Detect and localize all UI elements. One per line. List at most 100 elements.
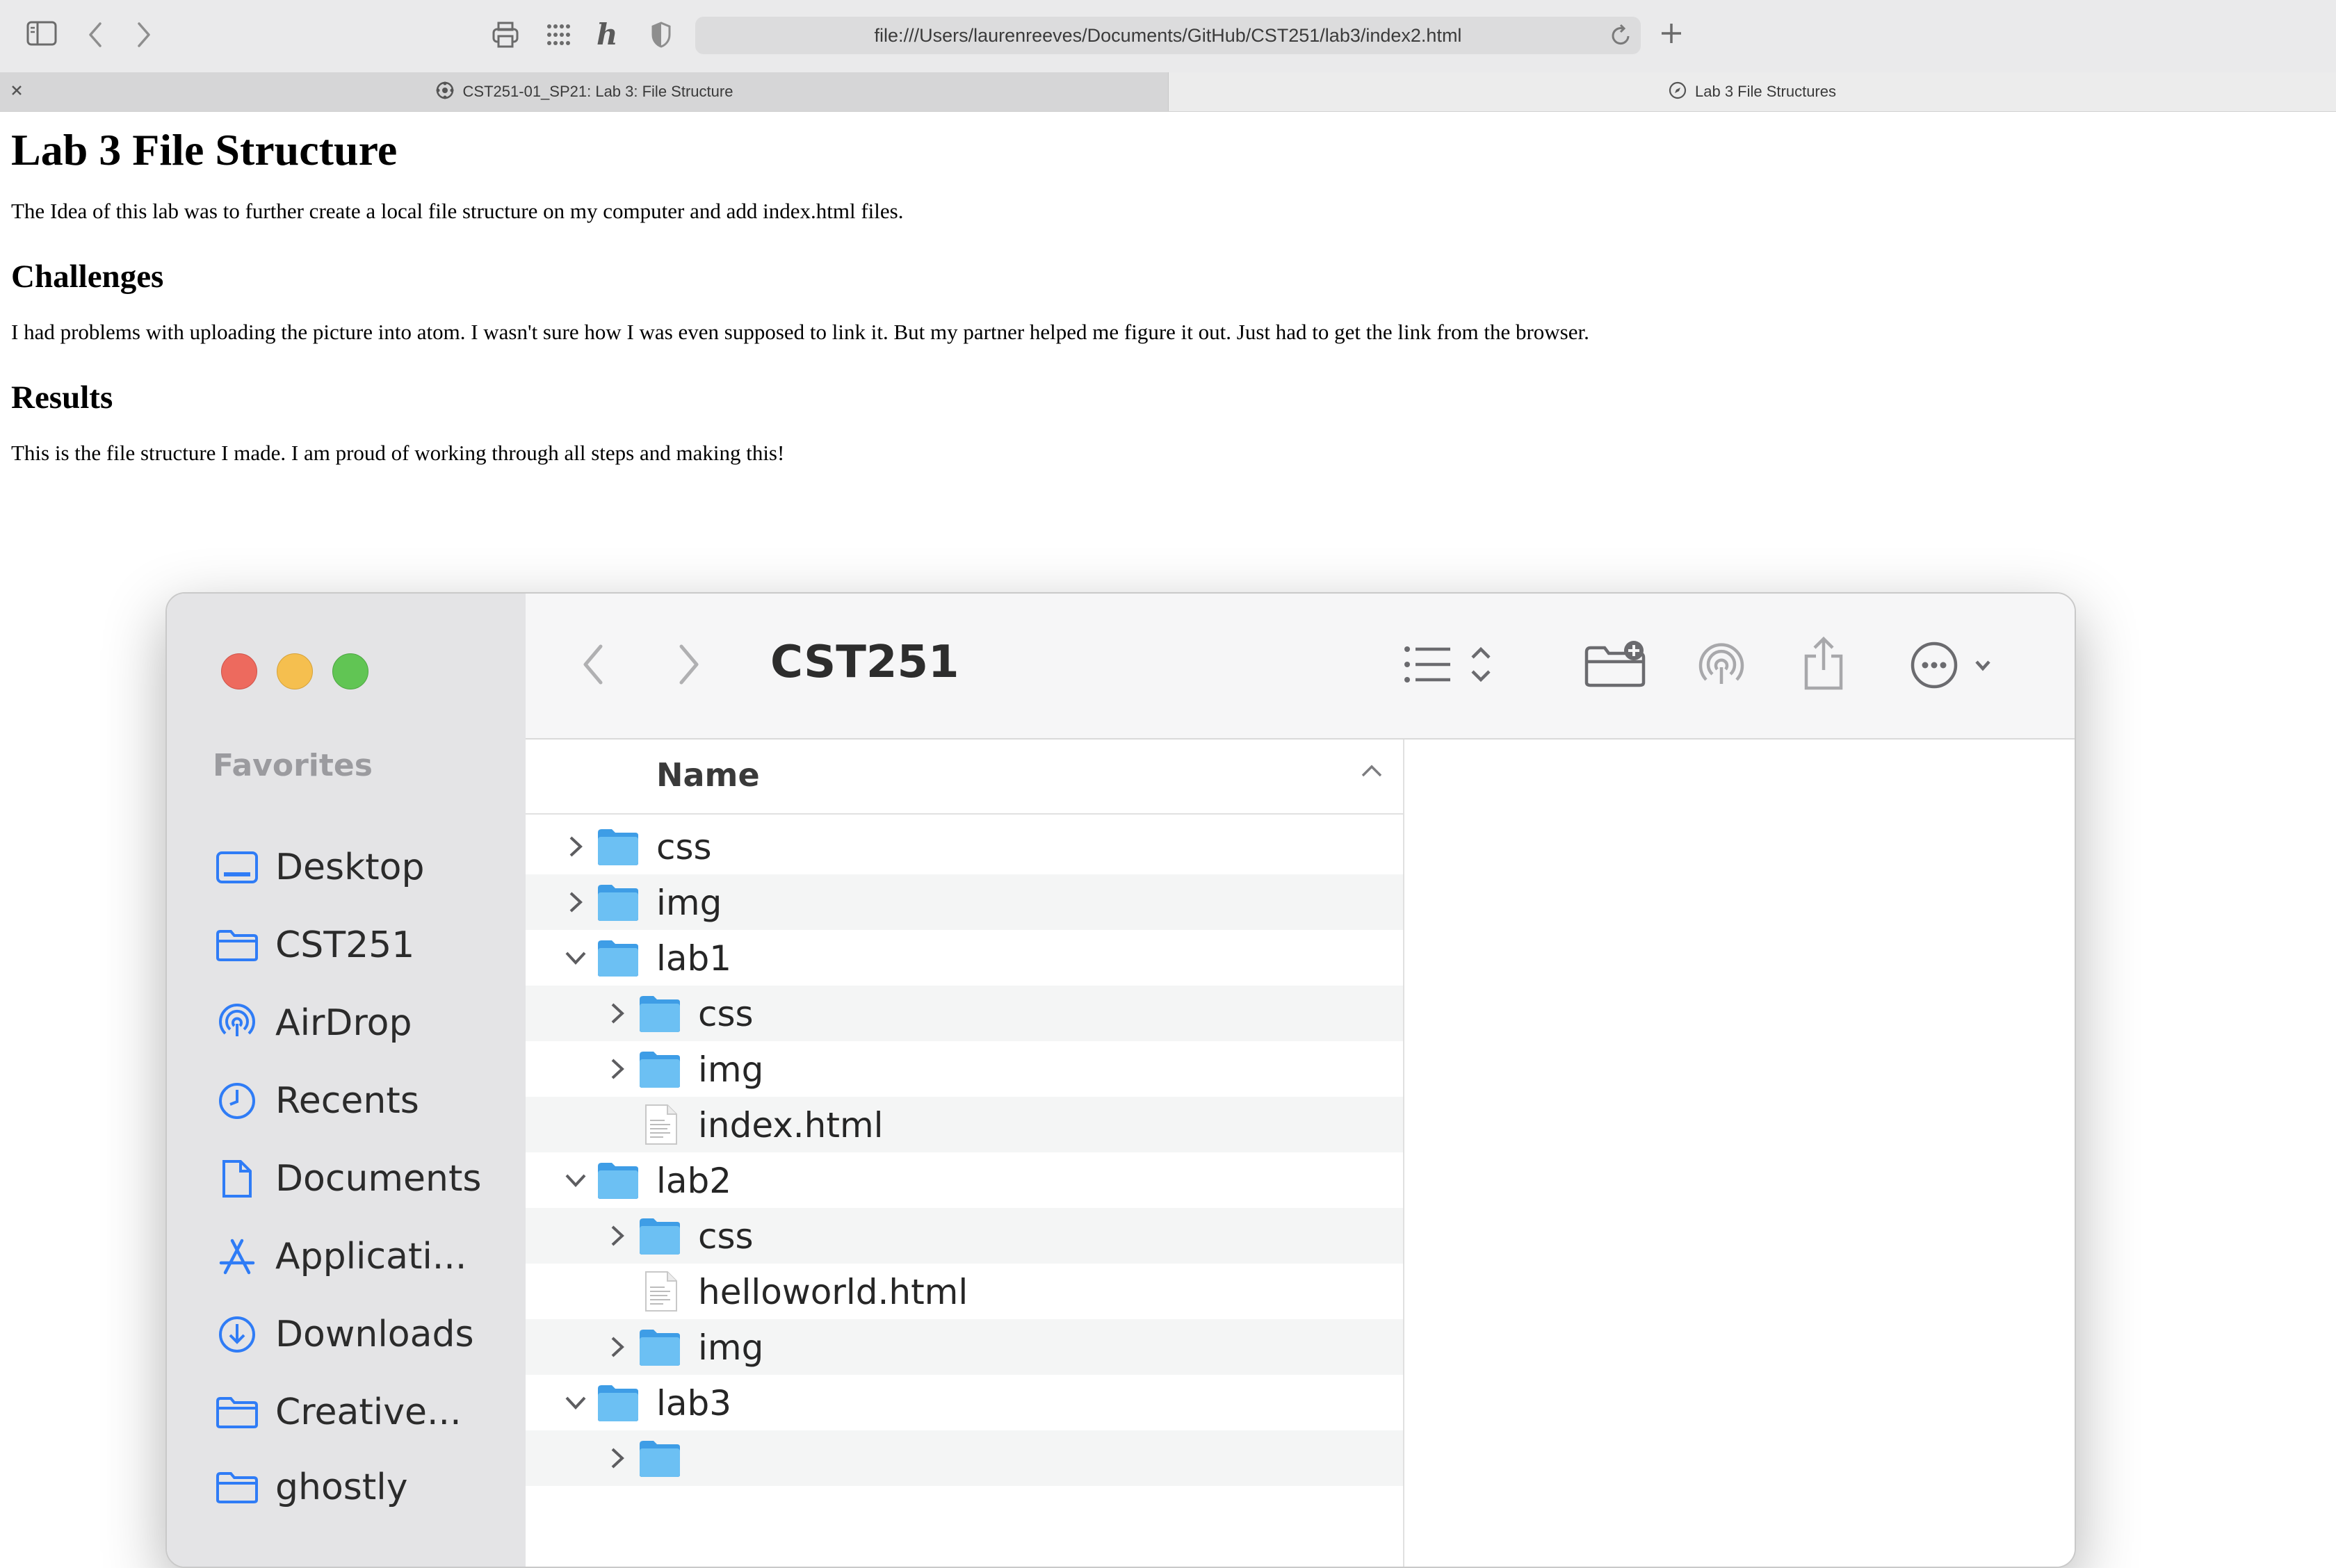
list-item: index.html [526, 1097, 1403, 1152]
sidebar-item-documents: Documents [213, 1145, 482, 1212]
folder-icon [597, 883, 640, 922]
list-item: lab2 [526, 1152, 1403, 1208]
tab-label: Lab 3 File Structures [1695, 83, 1836, 100]
list-item-label: lab1 [656, 938, 732, 979]
back-icon[interactable] [86, 21, 104, 49]
folder-icon [638, 994, 681, 1033]
chevron-right-icon [603, 1055, 631, 1083]
list-item: helloworld.html [526, 1264, 1403, 1319]
results-paragraph: This is the file structure I made. I am … [11, 441, 785, 465]
page-content: Lab 3 File Structure The Idea of this la… [11, 113, 2319, 467]
list-item-label: css [656, 827, 712, 867]
folder-icon [213, 1388, 261, 1437]
list-item: lab1 [526, 930, 1403, 986]
list-item-label: css [698, 994, 754, 1034]
tab-inactive[interactable]: Lab 3 File Structures [1169, 72, 2336, 111]
compass-favicon-icon [1669, 81, 1687, 103]
chevron-right-icon [562, 833, 590, 860]
chevron-down-icon [562, 1166, 590, 1194]
chevron-right-icon [603, 1333, 631, 1361]
sidebar-item-ghostly: ghostly [213, 1454, 407, 1521]
new-tab-icon[interactable] [1659, 21, 1684, 46]
sidebar-item-downloads: Downloads [213, 1301, 474, 1368]
challenges-heading: Challenges [11, 259, 164, 295]
address-bar[interactable]: file:///Users/laurenreeves/Documents/Git… [695, 17, 1641, 54]
folder-icon [638, 1439, 681, 1478]
document-icon [213, 1154, 261, 1203]
folder-icon [213, 1463, 261, 1512]
list-item: lab3 [526, 1375, 1403, 1430]
print-icon[interactable] [491, 21, 520, 49]
airdrop-share-icon [1695, 638, 1748, 691]
folder-icon [213, 921, 261, 970]
list-item-label: lab3 [656, 1383, 732, 1423]
more-actions-icon [1911, 641, 2001, 689]
list-item: css [526, 1208, 1403, 1264]
sidebar-toggle-icon[interactable] [26, 21, 57, 46]
list-item-label: img [698, 1050, 764, 1090]
folder-icon [638, 1050, 681, 1088]
list-item: img [526, 1041, 1403, 1097]
finder-sidebar: Favorites Desktop CST251 AirDrop Recents [167, 594, 527, 1567]
sidebar-item-creative: Creative... [213, 1379, 462, 1446]
forward-icon[interactable] [135, 21, 153, 49]
list-item-label: css [698, 1216, 754, 1257]
list-item-label: lab2 [656, 1161, 732, 1201]
page-title: Lab 3 File Structure [11, 125, 398, 174]
folder-icon [597, 1161, 640, 1200]
folder-icon [597, 938, 640, 977]
folder-icon [638, 1216, 681, 1255]
list-item: img [526, 1319, 1403, 1375]
list-item: img [526, 874, 1403, 930]
finder-screenshot: Favorites Desktop CST251 AirDrop Recents [165, 592, 2076, 1568]
new-folder-icon [1584, 639, 1648, 688]
list-item-label: index.html [698, 1105, 884, 1145]
chevron-right-icon [603, 999, 631, 1027]
close-tab-icon[interactable] [8, 82, 25, 102]
share-icon [1802, 635, 1845, 691]
honey-extension-icon[interactable]: h [597, 18, 618, 51]
finder-toolbar: CST251 [526, 594, 2075, 740]
tab-bar: CST251-01_SP21: Lab 3: File Structure La… [0, 72, 2336, 112]
finder-forward-icon [677, 644, 701, 685]
chevron-right-icon [603, 1444, 631, 1472]
results-heading: Results [11, 379, 113, 416]
close-window-icon [221, 653, 257, 689]
list-item-label: img [698, 1328, 764, 1368]
sidebar-item-applications: Applicati... [213, 1223, 467, 1290]
favorites-label: Favorites [213, 748, 373, 783]
list-header: Name [526, 740, 1403, 815]
html-file-icon [644, 1104, 687, 1145]
tab-label: CST251-01_SP21: Lab 3: File Structure [462, 83, 733, 100]
clock-icon [213, 1077, 261, 1125]
airdrop-icon [213, 999, 261, 1047]
download-icon [213, 1310, 261, 1359]
sidebar-item-recents: Recents [213, 1068, 419, 1134]
sort-ascending-icon [1360, 763, 1384, 782]
file-list: Name css img lab1 css img index.html lab2 css he… [526, 740, 1404, 1567]
tab-active[interactable]: CST251-01_SP21: Lab 3: File Structure [0, 72, 1169, 111]
list-item-label: helloworld.html [698, 1272, 968, 1312]
folder-icon [597, 827, 640, 866]
preview-pane [1404, 740, 2075, 1567]
sidebar-item-cst251: CST251 [213, 912, 414, 979]
canvas-favicon-icon [435, 81, 455, 104]
list-item: css [526, 819, 1403, 874]
sidebar-item-airdrop: AirDrop [213, 990, 412, 1056]
list-view-icon [1403, 642, 1500, 687]
zoom-window-icon [332, 653, 368, 689]
chevron-right-icon [562, 888, 590, 916]
grid-extension-icon[interactable] [546, 22, 571, 47]
privacy-shield-icon[interactable] [651, 21, 672, 49]
reload-icon[interactable] [1610, 24, 1632, 51]
finder-window-title: CST251 [770, 637, 959, 688]
browser-toolbar: h file:///Users/laurenreeves/Documents/G… [0, 0, 2336, 73]
list-item: css [526, 986, 1403, 1041]
chevron-right-icon [603, 1222, 631, 1250]
finder-back-icon [581, 644, 605, 685]
address-url[interactable]: file:///Users/laurenreeves/Documents/Git… [875, 25, 1462, 47]
intro-paragraph: The Idea of this lab was to further crea… [11, 199, 904, 223]
chevron-down-icon [562, 944, 590, 972]
folder-icon [597, 1383, 640, 1422]
challenges-paragraph: I had problems with uploading the pictur… [11, 320, 1589, 344]
